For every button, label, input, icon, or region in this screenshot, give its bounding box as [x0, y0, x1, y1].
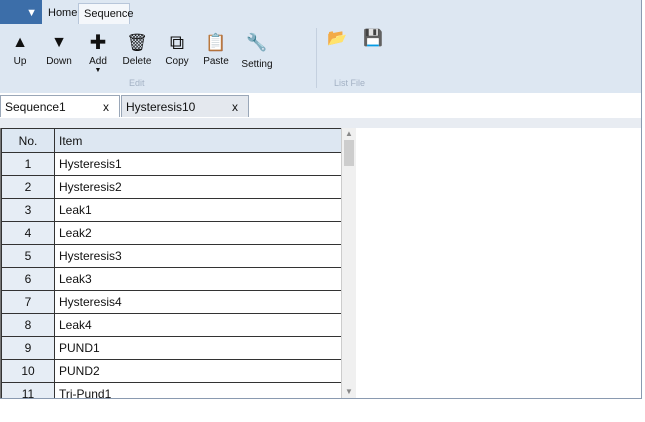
- setting-button-label: Setting: [241, 59, 273, 70]
- table-row[interactable]: 3 Leak1: [1, 198, 342, 222]
- save-icon: 💾: [363, 30, 383, 47]
- app-menu-button[interactable]: ▼: [0, 0, 42, 24]
- open-folder-icon: 📂: [327, 30, 347, 47]
- ribbon-panel: ▲ Up ▼ Down ✚ Add ▼ 🗑 Delete ⧉ Copy 📋 Pa…: [0, 24, 641, 93]
- save-file-button[interactable]: 💾: [357, 24, 389, 76]
- item-cell[interactable]: Hysteresis4: [54, 290, 342, 314]
- delete-button-label: Delete: [122, 56, 152, 67]
- row-number-cell[interactable]: 1: [1, 152, 55, 176]
- item-cell[interactable]: Hysteresis3: [54, 244, 342, 268]
- scrollbar-thumb[interactable]: [344, 140, 354, 166]
- app-window: ▼ Home Sequence ▲ Up ▼ Down ✚ Add ▼ 🗑 De…: [0, 0, 642, 399]
- add-button[interactable]: ✚ Add ▼: [78, 28, 118, 80]
- table-row[interactable]: 10 PUND2: [1, 359, 342, 383]
- table-row[interactable]: 8 Leak4: [1, 313, 342, 337]
- wrench-icon: 🔧: [246, 33, 268, 52]
- group-separator: [316, 28, 317, 88]
- down-arrow-icon: ▼: [51, 34, 67, 51]
- doc-tab-label: Hysteresis10: [126, 100, 196, 114]
- row-number-cell[interactable]: 11: [1, 382, 55, 398]
- item-cell[interactable]: Hysteresis2: [54, 175, 342, 199]
- open-file-button[interactable]: 📂: [321, 24, 353, 76]
- paste-icon: 📋: [205, 33, 227, 52]
- item-cell[interactable]: Leak4: [54, 313, 342, 337]
- ribbon-tab-strip: ▼ Home Sequence: [0, 0, 641, 25]
- vertical-scrollbar[interactable]: ▲ ▼: [341, 128, 356, 398]
- table-row[interactable]: 1 Hysteresis1: [1, 152, 342, 176]
- row-number-cell[interactable]: 9: [1, 336, 55, 360]
- row-number-cell[interactable]: 8: [1, 313, 55, 337]
- copy-icon: ⧉: [169, 32, 185, 54]
- sequence-grid: No. Item 1 Hysteresis1 2 Hysteresis2 3 Leak1 4…: [0, 128, 342, 398]
- item-cell[interactable]: Leak1: [54, 198, 342, 222]
- table-header-row: No. Item: [1, 128, 342, 153]
- setting-button[interactable]: 🔧 Setting: [235, 28, 279, 80]
- table-row[interactable]: 7 Hysteresis4: [1, 290, 342, 314]
- row-number-cell[interactable]: 2: [1, 175, 55, 199]
- ribbon-tab-sequence[interactable]: Sequence: [78, 3, 134, 25]
- close-icon[interactable]: x: [103, 96, 109, 118]
- doc-tab-sequence1[interactable]: Sequence1 x: [0, 95, 120, 117]
- up-arrow-icon: ▲: [12, 34, 28, 51]
- down-button[interactable]: ▼ Down: [39, 28, 79, 80]
- item-cell[interactable]: Leak2: [54, 221, 342, 245]
- document-tab-bar: Sequence1 x Hysteresis10 x: [0, 93, 641, 119]
- copy-button[interactable]: ⧉ Copy: [157, 28, 197, 80]
- up-button[interactable]: ▲ Up: [0, 28, 40, 80]
- plus-icon: ✚: [89, 32, 107, 54]
- table-row[interactable]: 5 Hysteresis3: [1, 244, 342, 268]
- item-cell[interactable]: Hysteresis1: [54, 152, 342, 176]
- toolbar-strip: [0, 118, 641, 128]
- down-button-label: Down: [46, 56, 72, 67]
- row-number-cell[interactable]: 3: [1, 198, 55, 222]
- table-row[interactable]: 2 Hysteresis2: [1, 175, 342, 199]
- row-number-cell[interactable]: 7: [1, 290, 55, 314]
- ribbon-tab-home[interactable]: Home: [43, 3, 77, 24]
- doc-tab-hysteresis10[interactable]: Hysteresis10 x: [121, 95, 249, 117]
- copy-button-label: Copy: [165, 56, 189, 67]
- chevron-down-icon: ▼: [94, 67, 102, 74]
- row-number-cell[interactable]: 5: [1, 244, 55, 268]
- delete-button[interactable]: 🗑 Delete: [117, 28, 157, 80]
- close-icon[interactable]: x: [232, 96, 238, 118]
- scroll-up-icon[interactable]: ▲: [342, 128, 356, 140]
- column-header-no[interactable]: No.: [1, 128, 55, 153]
- table-row[interactable]: 6 Leak3: [1, 267, 342, 291]
- doc-tab-label: Sequence1: [5, 100, 66, 114]
- table-row[interactable]: 9 PUND1: [1, 336, 342, 360]
- paste-button[interactable]: 📋 Paste: [196, 28, 236, 80]
- table-row[interactable]: 4 Leak2: [1, 221, 342, 245]
- trash-icon: 🗑: [126, 33, 148, 52]
- add-button-label: Add: [89, 56, 107, 67]
- table-row[interactable]: 11 Tri-Pund1: [1, 382, 342, 398]
- item-cell[interactable]: Leak3: [54, 267, 342, 291]
- item-cell[interactable]: Tri-Pund1: [54, 382, 342, 398]
- row-number-cell[interactable]: 6: [1, 267, 55, 291]
- paste-button-label: Paste: [203, 56, 229, 67]
- row-number-cell[interactable]: 4: [1, 221, 55, 245]
- edit-group-label: Edit: [129, 78, 145, 88]
- scroll-down-icon[interactable]: ▼: [342, 386, 356, 398]
- column-header-item[interactable]: Item: [54, 128, 342, 153]
- row-number-cell[interactable]: 10: [1, 359, 55, 383]
- up-button-label: Up: [13, 56, 27, 67]
- item-cell[interactable]: PUND1: [54, 336, 342, 360]
- list-file-group-label: List File: [334, 78, 366, 88]
- item-cell[interactable]: PUND2: [54, 359, 342, 383]
